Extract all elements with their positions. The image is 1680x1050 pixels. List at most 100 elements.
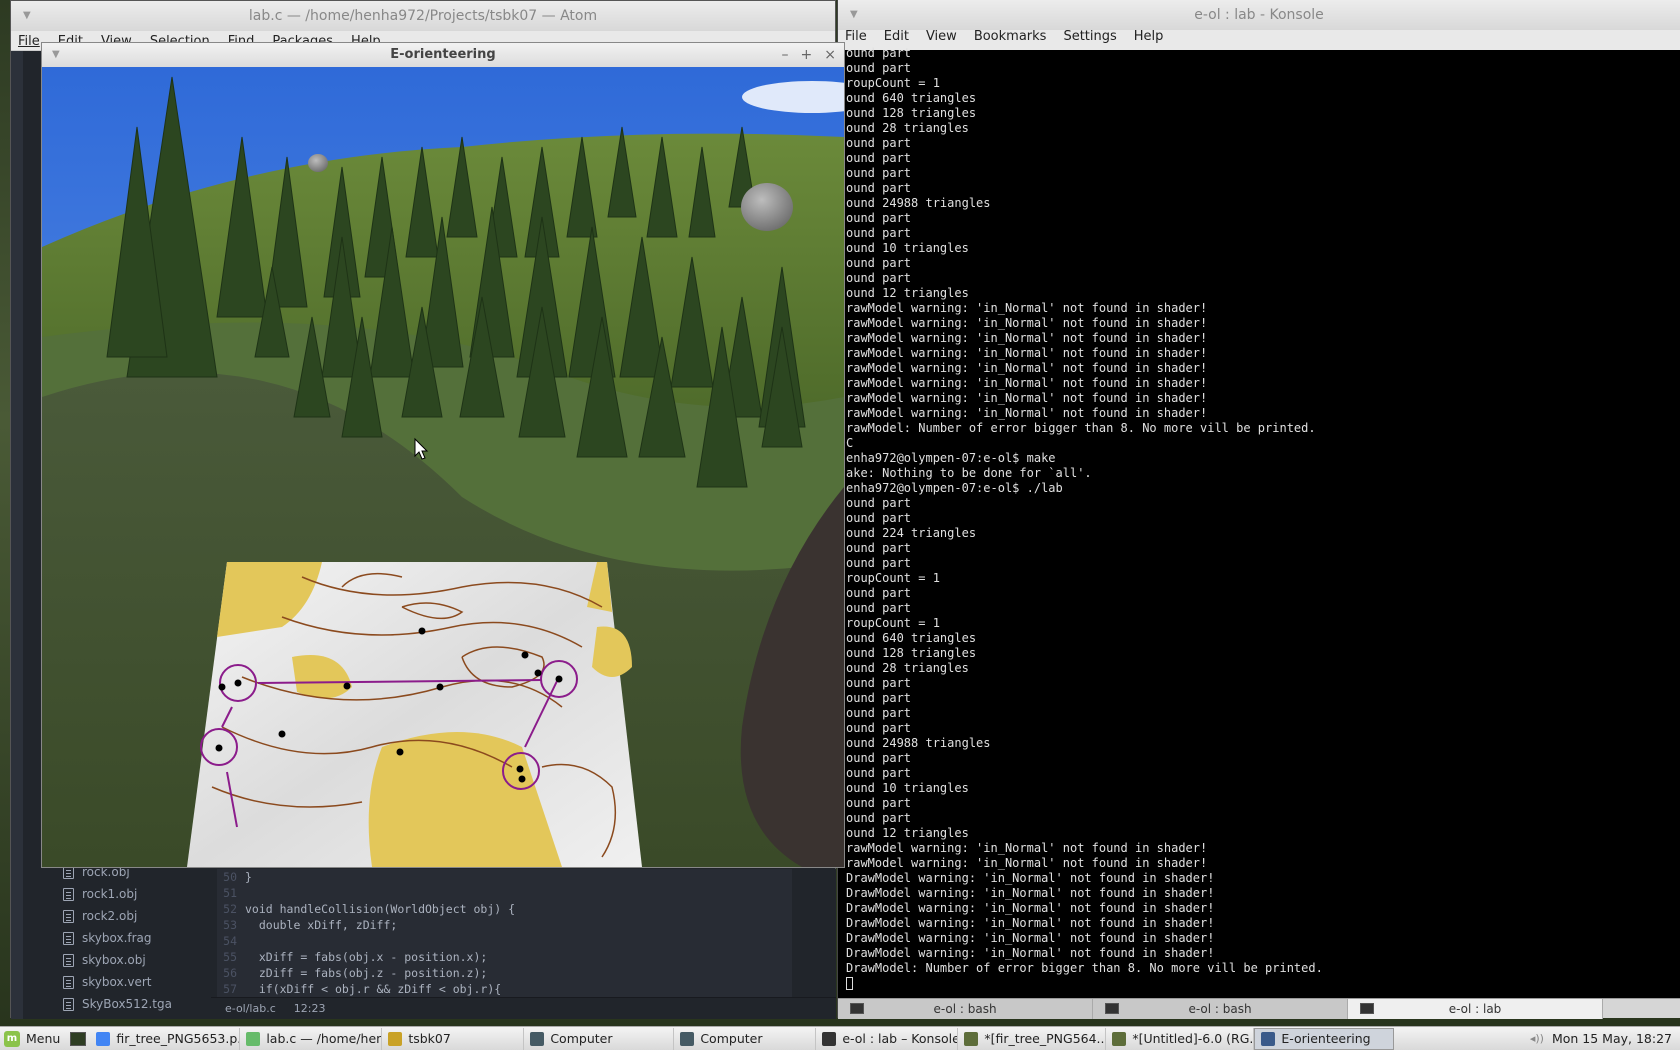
terminal-line: rawModel warning: 'in_Normal' not found … <box>846 841 1208 855</box>
terminal-line: roupCount = 1 <box>846 76 940 90</box>
game-viewport[interactable] <box>42 67 844 867</box>
system-tray: ◂)) Mon 15 May, 18:27 <box>1530 1031 1680 1046</box>
window-menu-icon[interactable]: ▼ <box>850 0 858 30</box>
terminal-line: DrawModel warning: 'in_Normal' not found… <box>846 916 1215 930</box>
code-line: 57 if(xDiff < obj.r && zDiff < obj.r){ <box>217 981 792 997</box>
taskbar-task[interactable]: lab.c — /home/hen... <box>240 1027 383 1050</box>
terminal-line: ound part <box>846 496 912 510</box>
terminal-icon <box>1360 1003 1374 1014</box>
terminal-line: ound 28 triangles <box>846 121 969 135</box>
taskbar-task[interactable]: Computer <box>674 1027 817 1050</box>
status-file-path[interactable]: e-ol/lab.c <box>225 998 276 1019</box>
code-line: 50} <box>217 869 792 885</box>
konsole-tab-bar: e-ol : bash e-ol : bash e-ol : lab <box>838 998 1680 1019</box>
line-number: 55 <box>223 950 237 964</box>
app-icon <box>964 1031 979 1046</box>
taskbar-task[interactable]: fir_tree_PNG5653.p... <box>90 1027 241 1050</box>
terminal-line: rawModel warning: 'in_Normal' not found … <box>846 316 1208 330</box>
code-text: xDiff = fabs(obj.x - position.x); <box>245 950 488 964</box>
file-icon <box>63 909 74 923</box>
start-menu-button[interactable]: m Menu <box>0 1027 66 1050</box>
maximize-icon[interactable]: + <box>801 43 813 67</box>
terminal-prompt[interactable] <box>846 976 1676 991</box>
rock <box>308 154 328 172</box>
rock <box>741 183 793 231</box>
window-menu-icon[interactable]: ▼ <box>52 43 60 67</box>
terminal-line: ound 12 triangles <box>846 826 969 840</box>
task-label: Computer <box>700 1031 763 1046</box>
line-number: 52 <box>223 902 237 916</box>
app-icon <box>530 1031 545 1046</box>
tree-file-item[interactable]: rock2.obj <box>63 905 213 927</box>
tab-label: e-ol : bash <box>1188 1002 1252 1016</box>
konsole-tab-active[interactable]: e-ol : lab <box>1348 999 1603 1019</box>
taskbar-task[interactable]: *[Untitled]-6.0 (RG... <box>1106 1027 1255 1050</box>
task-label: Computer <box>550 1031 613 1046</box>
file-name: rock1.obj <box>82 887 138 901</box>
file-list: rock.obj rock1.obj rock2.obj skybox.frag… <box>63 861 213 1015</box>
tree-file-item[interactable]: skybox.frag <box>63 927 213 949</box>
window-menu-icon[interactable]: ▼ <box>23 1 31 31</box>
tree-file-item[interactable]: skybox.obj <box>63 949 213 971</box>
atom-status-bar: e-ol/lab.c 12:23 <box>211 997 836 1019</box>
code-text: zDiff = fabs(obj.z - position.z); <box>245 966 488 980</box>
terminal-line: enha972@olympen-07:e-ol$ ./lab <box>846 481 1063 495</box>
show-desktop-icon[interactable] <box>70 1031 87 1046</box>
terminal-line: rawModel warning: 'in_Normal' not found … <box>846 856 1208 870</box>
konsole-tab[interactable]: e-ol : bash <box>1093 999 1348 1019</box>
konsole-tab[interactable]: e-ol : bash <box>838 999 1093 1019</box>
task-label: *[Untitled]-6.0 (RG... <box>1132 1031 1255 1046</box>
terminal-line: rawModel: Number of error bigger than 8.… <box>846 421 1316 435</box>
code-line: 56 zDiff = fabs(obj.z - position.z); <box>217 965 792 981</box>
game-titlebar[interactable]: ▼ E-orienteering – + × <box>42 43 844 67</box>
terminal-line: rawModel warning: 'in_Normal' not found … <box>846 346 1208 360</box>
tree-file-item[interactable]: skybox.vert <box>63 971 213 993</box>
tree-file-item[interactable]: SkyBox512.tga <box>63 993 213 1015</box>
status-cursor-position[interactable]: 12:23 <box>294 998 326 1019</box>
menu-label: Menu <box>26 1031 61 1046</box>
tree-file-item[interactable]: rock1.obj <box>63 883 213 905</box>
volume-icon[interactable]: ◂)) <box>1530 1032 1544 1045</box>
terminal-output[interactable]: ound part ound part roupCount = 1 ound 640 … <box>846 46 1676 996</box>
file-icon <box>63 975 74 989</box>
terminal-line: ound 640 triangles <box>846 631 977 645</box>
code-editor[interactable]: 50} 51 52 void handleCollision(WorldObjec… <box>217 869 792 997</box>
terminal-line: ound part <box>846 166 912 180</box>
orienteering-map <box>187 562 642 867</box>
terminal-line: ound 10 triangles <box>846 241 969 255</box>
line-number: 54 <box>223 934 237 948</box>
taskbar-task[interactable]: *[fir_tree_PNG564... <box>958 1027 1107 1050</box>
terminal-line: ound part <box>846 601 912 615</box>
terminal-line: ound part <box>846 511 912 525</box>
terminal-line: ound part <box>846 136 912 150</box>
atom-title: lab.c — /home/henha972/Projects/tsbk07 —… <box>248 8 598 24</box>
tab-label: e-ol : lab <box>1448 1002 1502 1016</box>
terminal-line: ound part <box>846 676 912 690</box>
task-list: fir_tree_PNG5653.p... lab.c — /home/hen..… <box>90 1027 1395 1050</box>
line-number: 53 <box>223 918 237 932</box>
file-name: skybox.vert <box>82 975 152 989</box>
terminal-line: ound part <box>846 181 912 195</box>
terminal-line: rawModel warning: 'in_Normal' not found … <box>846 376 1208 390</box>
task-label: *[fir_tree_PNG564... <box>984 1031 1107 1046</box>
minimize-icon[interactable]: – <box>782 43 789 67</box>
terminal-line: ound part <box>846 706 912 720</box>
terminal-line: DrawModel warning: 'in_Normal' not found… <box>846 871 1215 885</box>
code-text: void handleCollision(WorldObject obj) { <box>245 902 516 916</box>
taskbar-task[interactable]: E-orienteering <box>1254 1027 1395 1050</box>
clock[interactable]: Mon 15 May, 18:27 <box>1552 1031 1672 1046</box>
line-number: 51 <box>223 886 237 900</box>
atom-titlebar[interactable]: ▼ lab.c — /home/henha972/Projects/tsbk07… <box>11 1 835 31</box>
atom-menu-file[interactable]: File <box>18 31 40 50</box>
taskbar-task[interactable]: Computer <box>524 1027 675 1050</box>
taskbar-task[interactable]: tsbk07 <box>382 1027 525 1050</box>
konsole-titlebar[interactable]: ▼ e-ol : lab - Konsole <box>838 0 1680 30</box>
close-icon[interactable]: × <box>824 43 836 67</box>
tab-label: e-ol : bash <box>933 1002 997 1016</box>
terminal-line: DrawModel warning: 'in_Normal' not found… <box>846 886 1215 900</box>
task-label: E-orienteering <box>1281 1031 1371 1046</box>
task-label: lab.c — /home/hen... <box>266 1031 383 1046</box>
taskbar-task[interactable]: e-ol : lab – Konsole <box>816 1027 959 1050</box>
terminal-line: rawModel warning: 'in_Normal' not found … <box>846 391 1208 405</box>
forest-scene <box>42 67 844 867</box>
